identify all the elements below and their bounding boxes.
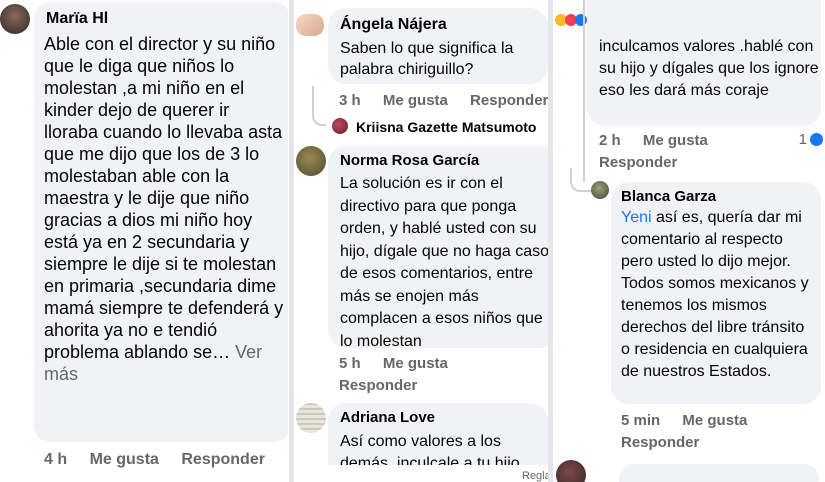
avatar[interactable] xyxy=(332,118,348,134)
comment-text: Saben lo que significa la palabra chirig… xyxy=(340,40,514,78)
comment-actions: 5 h Me gusta Responder xyxy=(339,353,539,397)
mention-link[interactable]: Yeni xyxy=(621,209,652,226)
comment-text-content: así es, quería dar mi comentario al resp… xyxy=(621,209,809,380)
comment-bubble: Ángela Nájera Saben lo que significa la … xyxy=(328,8,548,84)
comment-actions: 2 h Me gusta Responder xyxy=(599,130,799,174)
comment-text: Así como valores a los demás, inculcale … xyxy=(340,433,520,465)
like-button[interactable]: Me gusta xyxy=(90,451,159,468)
comment-author[interactable]: Norma Rosa García xyxy=(340,152,479,169)
comment-column-1: Marïa Hl Able con el director y su niño … xyxy=(0,0,288,482)
comment-text: La solución es ir con el directivo para … xyxy=(340,175,548,348)
comment-bubble: Marïa Hl Able con el director y su niño … xyxy=(34,2,288,442)
comment-author[interactable]: Adriana Love xyxy=(340,409,435,426)
comment-text: Able con el director y su niño que le di… xyxy=(44,33,286,385)
comment-time[interactable]: 2 h xyxy=(599,132,621,149)
comment-actions: 4 h Me gusta Responder xyxy=(44,451,283,469)
like-button[interactable]: Me gusta xyxy=(383,355,448,372)
comment-time[interactable]: 5 h xyxy=(339,355,361,372)
comment-bubble xyxy=(619,464,819,482)
avatar[interactable] xyxy=(296,146,326,176)
reply-author-link[interactable]: Kriisna Gazette Matsumoto xyxy=(356,119,536,135)
footer-fragment: Reglas xyxy=(522,470,548,482)
reaction-count-badge[interactable]: 1 xyxy=(799,131,823,148)
comment-bubble: inculcamos valores .hablé con su hijo y … xyxy=(587,0,821,126)
comment-time[interactable]: 4 h xyxy=(44,451,67,468)
comment-column-3: 232 › inculcamos valores .hablé con su h… xyxy=(553,0,825,482)
comment-author[interactable]: Ángela Nájera xyxy=(340,16,447,34)
reply-count: 1 xyxy=(798,131,807,148)
comment-bubble: Adriana Love Así como valores a los demá… xyxy=(328,403,548,465)
comment-author[interactable]: Marïa Hl xyxy=(46,10,108,28)
comment-text: inculcamos valores .hablé con su hijo y … xyxy=(599,38,819,99)
comment-actions: 5 min Me gusta Responder xyxy=(621,410,821,454)
like-button[interactable]: Me gusta xyxy=(682,412,747,429)
column-divider xyxy=(548,0,553,482)
like-button[interactable]: Me gusta xyxy=(383,92,448,109)
comment-column-2: Ángela Nájera Saben lo que significa la … xyxy=(294,0,548,482)
avatar[interactable] xyxy=(296,14,324,36)
comment-actions: 3 h Me gusta Responder xyxy=(339,92,548,109)
reply-thread-line xyxy=(570,168,592,192)
avatar[interactable] xyxy=(556,460,586,482)
comment-text: Yeni así es, quería dar mi comentario al… xyxy=(621,207,817,383)
reply-button[interactable]: Responder xyxy=(339,377,417,394)
reply-thread-line xyxy=(583,0,585,182)
like-button[interactable]: Me gusta xyxy=(643,132,708,149)
comment-bubble: Blanca Garza Yeni así es, quería dar mi … xyxy=(611,182,821,404)
comment-bubble: Norma Rosa García La solución es ir con … xyxy=(328,146,548,348)
like-reaction-icon xyxy=(575,14,587,26)
avatar[interactable] xyxy=(296,403,326,433)
reply-button[interactable]: Responder xyxy=(470,92,548,109)
avatar[interactable] xyxy=(591,181,609,199)
column-divider xyxy=(289,0,294,482)
comment-time[interactable]: 3 h xyxy=(339,92,361,109)
avatar[interactable] xyxy=(0,4,30,34)
like-reaction-icon xyxy=(810,133,823,146)
comment-author[interactable]: Blanca Garza xyxy=(621,188,716,205)
reply-button[interactable]: Responder xyxy=(181,451,265,468)
reply-button[interactable]: Responder xyxy=(621,434,699,451)
reply-thread-line xyxy=(312,86,326,126)
reply-button[interactable]: Responder xyxy=(599,154,677,171)
comment-time[interactable]: 5 min xyxy=(621,412,660,429)
comment-text-content: Able con el director y su niño que le di… xyxy=(44,34,284,362)
